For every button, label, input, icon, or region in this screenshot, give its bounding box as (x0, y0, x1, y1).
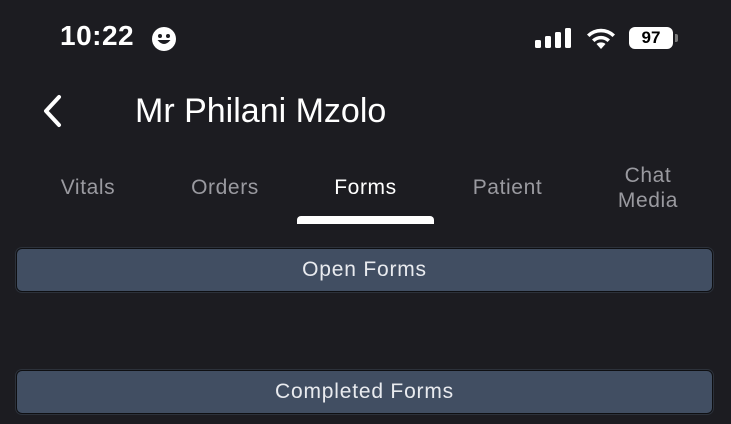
tab-label: Orders (191, 176, 259, 199)
cellular-signal-icon (535, 28, 571, 48)
chevron-left-icon (44, 95, 61, 127)
tab-label: Patient (472, 176, 543, 199)
open-forms-button[interactable]: Open Forms (16, 248, 713, 292)
tab-forms[interactable]: Forms (297, 152, 434, 224)
open-forms-label: Open Forms (302, 258, 427, 281)
status-bar: 10:22 97 (0, 0, 731, 76)
tab-orders[interactable]: Orders (168, 152, 282, 224)
app-screen: 10:22 97 Mr Philani Mzolo Vitals Orders … (0, 0, 731, 424)
wifi-icon (587, 28, 615, 49)
tab-bar: Vitals Orders Forms Patient Chat Media (0, 152, 731, 224)
status-time: 10:22 (60, 20, 135, 51)
completed-forms-button[interactable]: Completed Forms (16, 370, 713, 414)
completed-forms-label: Completed Forms (275, 380, 454, 403)
battery-icon: 97 (629, 27, 679, 49)
tab-label-line2: Media (617, 189, 679, 212)
tab-label: Chat Media (618, 163, 678, 213)
smiley-face-icon (152, 27, 176, 51)
tab-patient[interactable]: Patient (450, 152, 565, 224)
active-tab-indicator (297, 216, 434, 224)
battery-level: 97 (629, 27, 673, 49)
back-button[interactable] (30, 88, 76, 134)
tab-label: Vitals (60, 176, 116, 199)
tab-chat-media[interactable]: Chat Media (598, 152, 698, 224)
page-title: Mr Philani Mzolo (135, 92, 387, 130)
header: Mr Philani Mzolo (0, 76, 731, 152)
tab-label: Forms (334, 176, 397, 199)
tab-vitals[interactable]: Vitals (40, 152, 136, 224)
tab-label-line1: Chat (624, 164, 672, 187)
battery-nub (675, 34, 678, 42)
